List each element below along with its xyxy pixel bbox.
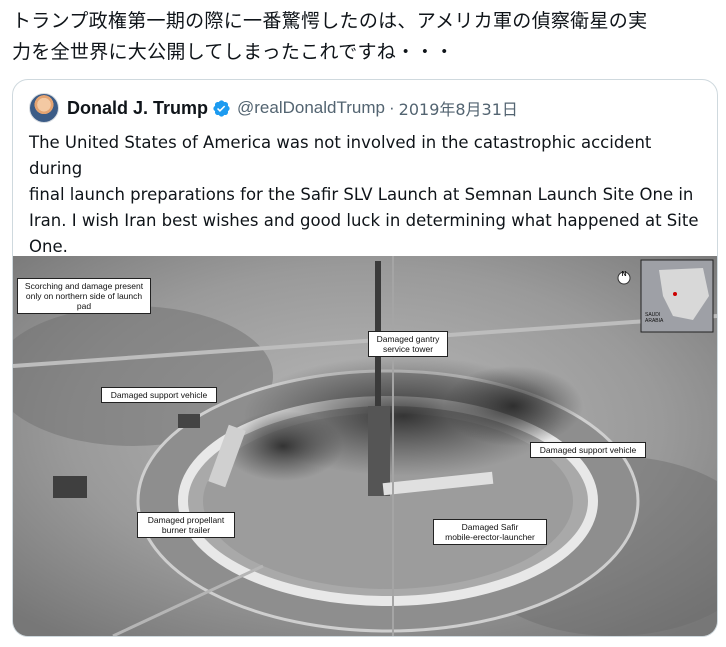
quoted-tweet-body-line-1: The United States of America was not inv… — [29, 133, 652, 178]
callout-propellant-trailer: Damaged propellant burner trailer — [137, 512, 235, 538]
callout-support-vehicle-left: Damaged support vehicle — [101, 387, 217, 403]
callout-gantry: Damaged gantry service tower — [368, 331, 448, 357]
tweet-text-line-2: 力を全世界に大公開してしまったこれですね・・・ — [12, 41, 455, 63]
display-name[interactable]: Donald J. Trump — [67, 98, 208, 119]
verified-badge-icon — [213, 99, 230, 117]
quoted-tweet-header: Donald J. Trump @realDonaldTrump · 2019年… — [29, 93, 518, 123]
quoted-tweet-card[interactable]: Donald J. Trump @realDonaldTrump · 2019年… — [12, 79, 718, 637]
callout-scorching: Scorching and damage present only on nor… — [17, 278, 151, 314]
callout-support-vehicle-right: Damaged support vehicle — [530, 442, 646, 458]
satellite-image[interactable]: Scorching and damage present only on nor… — [13, 256, 717, 636]
avatar[interactable] — [29, 93, 59, 123]
north-label: N — [621, 271, 627, 278]
callout-safir-launcher: Damaged Safir mobile-erector-launcher — [433, 519, 547, 545]
tweet-text-line-1: トランプ政権第一期の際に一番驚愕したのは、アメリカ軍の偵察衛星の実 — [12, 10, 648, 32]
separator-dot: · — [388, 98, 395, 117]
inset-map-label: SAUDI ARABIA — [645, 312, 664, 324]
quoted-tweet-body-line-2: final launch preparations for the Safir … — [29, 185, 694, 204]
tweet-text: トランプ政権第一期の際に一番驚愕したのは、アメリカ軍の偵察衛星の実 力を全世界に… — [12, 6, 718, 68]
tweet-date[interactable]: 2019年8月31日 — [399, 96, 518, 120]
handle[interactable]: @realDonaldTrump — [237, 98, 385, 118]
quoted-tweet-body-line-3: Iran. I wish Iran best wishes and good l… — [29, 211, 699, 230]
quoted-tweet-body: The United States of America was not inv… — [29, 130, 705, 260]
